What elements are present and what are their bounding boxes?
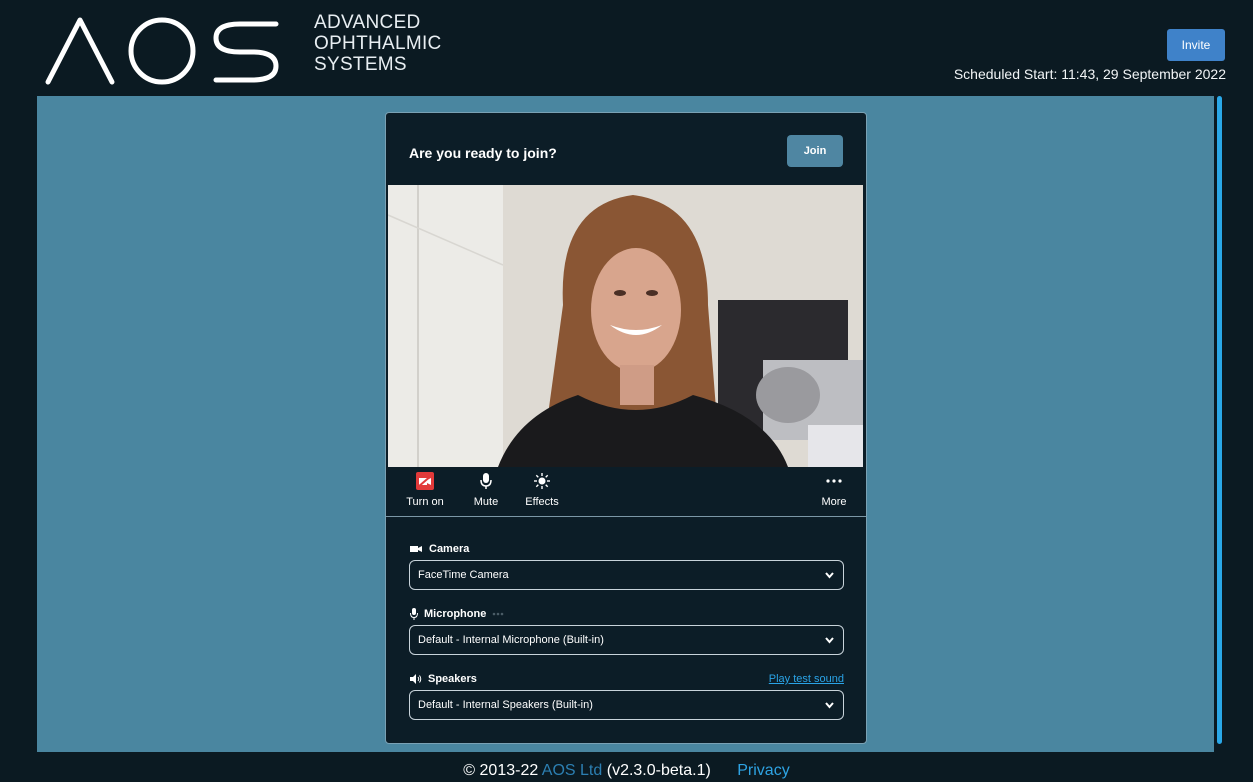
company-link[interactable]: AOS Ltd	[542, 762, 602, 779]
camera-toggle-button[interactable]: Turn on	[402, 471, 448, 508]
microphone-select[interactable]: Default - Internal Microphone (Built-in)	[409, 625, 844, 655]
camera-select-value: FaceTime Camera	[418, 569, 509, 581]
privacy-link[interactable]: Privacy	[737, 762, 789, 779]
brand-line-1: ADVANCED	[314, 12, 421, 33]
app-header: ADVANCED OPHTHALMIC SYSTEMS Invite Sched…	[0, 0, 1253, 96]
mute-label: Mute	[473, 496, 499, 508]
aos-logo	[45, 17, 279, 85]
camera-label: Camera	[429, 543, 470, 555]
speakers-select[interactable]: Default - Internal Speakers (Built-in)	[409, 690, 844, 720]
microphone-icon	[480, 473, 492, 489]
scrollbar-thumb[interactable]	[1217, 96, 1222, 744]
microphone-label: Microphone	[424, 608, 487, 620]
brand-line-2: OPHTHALMIC	[314, 33, 442, 54]
microphone-section-label: Microphone	[410, 608, 504, 620]
mic-level-icon	[493, 612, 504, 616]
play-test-sound-link[interactable]: Play test sound	[769, 673, 844, 685]
scheduled-start: Scheduled Start: 11:43, 29 September 202…	[953, 66, 1226, 82]
speakers-select-value: Default - Internal Speakers (Built-in)	[418, 699, 593, 711]
video-frame	[388, 185, 863, 467]
join-panel: Are you ready to join? Join Turn on Mute…	[385, 112, 867, 744]
speaker-icon	[410, 674, 422, 684]
chevron-down-icon	[825, 561, 834, 601]
media-controls: Turn on Mute Effects More	[386, 467, 866, 517]
join-button[interactable]: Join	[787, 135, 843, 167]
more-label: More	[821, 496, 847, 508]
brand-line-3: SYSTEMS	[314, 54, 407, 75]
effects-label: Effects	[525, 496, 559, 508]
version-text: (v2.3.0-beta.1)	[606, 762, 711, 779]
microphone-select-value: Default - Internal Microphone (Built-in)	[418, 634, 604, 646]
video-preview	[388, 185, 863, 467]
video-camera-icon	[410, 546, 422, 552]
camera-select[interactable]: FaceTime Camera	[409, 560, 844, 590]
camera-off-icon	[416, 472, 434, 490]
chevron-down-icon	[825, 691, 834, 731]
speakers-section-label: Speakers	[410, 673, 477, 685]
more-icon	[826, 479, 842, 483]
camera-section-label: Camera	[410, 543, 469, 555]
copyright-text: © 2013-22	[463, 762, 539, 779]
speakers-label: Speakers	[428, 673, 477, 685]
effects-button[interactable]: Effects	[520, 471, 564, 508]
invite-button[interactable]: Invite	[1167, 29, 1225, 61]
panel-title: Are you ready to join?	[409, 145, 557, 161]
more-button[interactable]: More	[816, 471, 852, 508]
camera-toggle-label: Turn on	[406, 496, 444, 508]
mute-button[interactable]: Mute	[468, 471, 504, 508]
brand-name: ADVANCED OPHTHALMIC SYSTEMS	[314, 12, 442, 75]
effects-icon	[534, 473, 550, 489]
chevron-down-icon	[825, 626, 834, 666]
page-footer: © 2013-22 AOS Ltd (v2.3.0-beta.1) Privac…	[0, 752, 1253, 782]
microphone-icon	[410, 608, 418, 620]
